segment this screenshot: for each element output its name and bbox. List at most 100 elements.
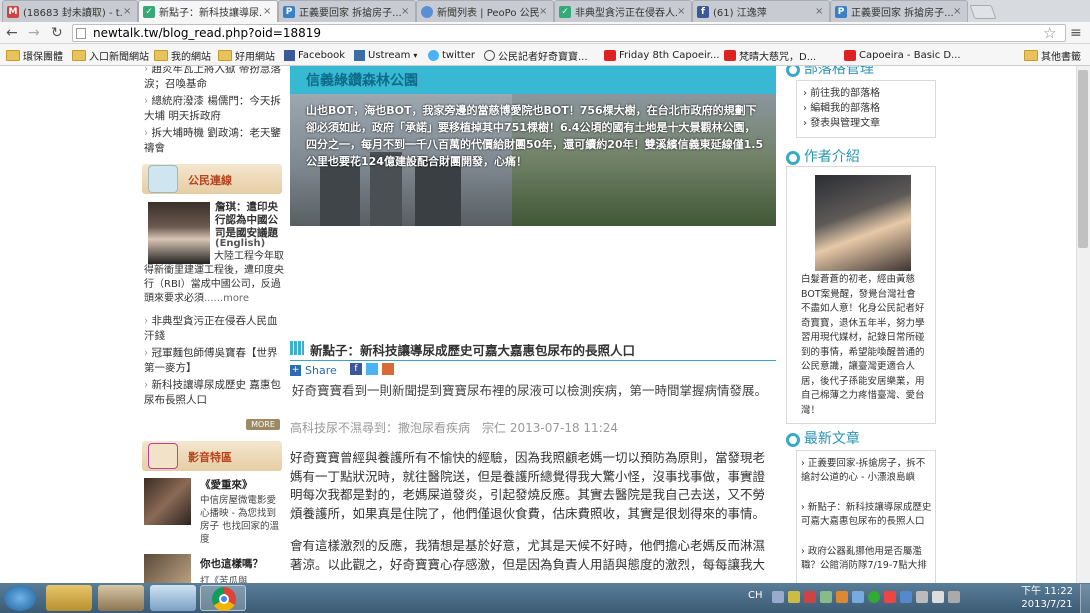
list-item[interactable]: › 非典型貪污正在侵吞人民血汗錢 — [144, 314, 284, 344]
list-item[interactable]: › 拆大埔時機 劉政鴻：老天鑒禱會 — [144, 126, 284, 156]
clock[interactable]: 下午 11:22 2013/7/21 — [1018, 585, 1076, 611]
video2-title[interactable]: 你也這樣嗎？ — [200, 556, 284, 571]
bookmark-youtube[interactable]: Friday 8th Capoeir... — [604, 47, 720, 63]
star-icon[interactable]: ☆ — [1043, 24, 1059, 42]
network-icon[interactable] — [916, 591, 928, 603]
chrome-icon[interactable] — [200, 585, 246, 611]
tray-icon[interactable] — [900, 591, 912, 603]
tab-newtalk[interactable]: ✓ 新點子：新科技讓導尿... × — [138, 0, 278, 22]
bookmark-other[interactable]: 其他書籤 — [1024, 47, 1081, 63]
blog-link[interactable]: › 發表與管理文章 — [803, 116, 931, 131]
folder-icon — [1024, 49, 1038, 61]
tray-icon[interactable] — [836, 591, 848, 603]
tray-icon[interactable] — [820, 591, 832, 603]
bookmark-citizen[interactable]: 公民記者好奇寶寶... — [484, 47, 588, 63]
list-item[interactable]: › 政府公器亂挪他用是否屬濫職？公館消防隊7/19-7點大排 — [801, 545, 933, 572]
bookmark-youtube[interactable]: Capoeira - Basic D... — [844, 47, 961, 63]
list-item[interactable]: › 趙炎牢瓦上將入獄 帝扮急落淚；召喚基命 — [144, 66, 284, 92]
globe-icon — [421, 5, 433, 18]
video1-title[interactable]: 《愛重來》 — [200, 477, 284, 492]
tray-icon[interactable] — [772, 591, 784, 603]
address-bar[interactable]: newtalk.tw/blog_read.php?oid=18819 — [72, 24, 1066, 42]
tab-close-icon[interactable]: × — [953, 6, 965, 17]
language-indicator[interactable]: CH — [748, 590, 768, 601]
tray-icon[interactable] — [804, 591, 816, 603]
volume-icon[interactable] — [932, 591, 944, 603]
facebook-share-icon[interactable]: f — [350, 363, 362, 375]
chevron-down-icon: ▾ — [413, 50, 418, 60]
plurk-share-icon[interactable] — [382, 363, 394, 375]
citizen-section-header: 公民連線 — [142, 164, 282, 194]
bookmark-folder[interactable]: 入口新聞網站 — [72, 47, 149, 63]
menu-icon[interactable]: ≡ — [1070, 25, 1084, 41]
youtube-icon — [604, 49, 616, 61]
tab-close-icon[interactable]: × — [815, 6, 827, 17]
tray-icon[interactable] — [788, 591, 800, 603]
tab-close-icon[interactable]: × — [263, 6, 275, 17]
tab-facebook[interactable]: f (61) 江逸萍 × — [692, 0, 830, 22]
folder-icon — [218, 49, 232, 61]
tray-icon[interactable] — [852, 591, 864, 603]
banner-image: 山也BOT，海也BOT，我家旁邊的當慈博愛院也BOT！756棵大樹，在台北市政府… — [290, 94, 776, 226]
citizen-feature-body: 大陸工程今年取得新衝里建運工程後，遭印度央行（RBI）當成中國公司，反過頭來要求… — [144, 251, 284, 304]
left-top-list: › 趙炎牢瓦上將入獄 帝扮急落淚；召喚基命 › 總統府潑漆 楊儒門：今天拆大埔 … — [144, 66, 284, 154]
blog-link[interactable]: › 編輯我的部落格 — [803, 101, 931, 116]
video2-thumbnail[interactable] — [144, 554, 191, 583]
citizen-feature-title[interactable]: 詹琪：遣印央行認為中國公司是國安議題 — [215, 201, 281, 240]
new-tab-button[interactable] — [969, 5, 997, 19]
bookmark-facebook[interactable]: Facebook — [284, 47, 345, 63]
paint-icon[interactable] — [150, 585, 196, 611]
bookmark-ustream[interactable]: Ustream ▾ — [354, 47, 417, 63]
list-item[interactable]: › 冠軍麵包師傅吳寶春【世界第一麥方】 — [144, 346, 284, 376]
article-meta: 高科技尿不濕尋到：撒泡尿看疾病 宗仁 2013-07-18 11:24 — [290, 421, 618, 435]
tab-close-icon[interactable]: × — [677, 6, 689, 17]
explorer-icon[interactable] — [46, 585, 92, 611]
tab-news-list[interactable]: 新聞列表 | PeoPo 公民... × — [416, 0, 554, 22]
list-item[interactable]: › 正義要回家-拆搶房子，拆不搶討公道的心 - 小漂浪島嶼 — [801, 457, 933, 484]
list-item[interactable]: › 新科技讓導尿成歷史 嘉惠包尿布長照人口 — [144, 378, 284, 408]
more-button[interactable]: MORE — [246, 419, 280, 430]
article-title: 新點子：新科技讓導尿成歷史可嘉大嘉惠包尿布的長照人口 — [310, 343, 636, 358]
tab-gmail[interactable]: M (18683 封未讀取) - t... × — [2, 0, 138, 22]
list-item[interactable]: › 新點子：新科技讓導尿成歷史可嘉大嘉惠包尿布的長照人口 — [801, 501, 933, 528]
newtalk-icon: ✓ — [143, 5, 155, 18]
tab-peopo-1[interactable]: P 正義要回家 拆搶房子... × — [278, 0, 416, 22]
tab-close-icon[interactable]: × — [539, 6, 551, 17]
tab-close-icon[interactable]: × — [401, 6, 413, 17]
bookmark-twitter[interactable]: twitter — [428, 47, 475, 63]
forward-icon[interactable]: → — [28, 25, 44, 41]
bookmark-folder[interactable]: 環保團體 — [6, 47, 63, 63]
web-page: › 趙炎牢瓦上將入獄 帝扮急落淚；召喚基命 › 總統府潑漆 楊儒門：今天拆大埔 … — [0, 66, 1076, 583]
tray-icon[interactable] — [948, 591, 960, 603]
banner-title-bar: 信義綠鑽森林公園 — [290, 66, 776, 94]
share-button[interactable]: + Share — [290, 362, 350, 378]
tray-icon[interactable] — [868, 591, 880, 603]
more-link[interactable]: ......more — [204, 293, 249, 304]
circle-icon — [786, 66, 800, 77]
back-icon[interactable]: ← — [6, 25, 22, 41]
bookmark-folder[interactable]: 我的網站 — [154, 47, 211, 63]
tray-icons — [772, 591, 1012, 607]
mail-icon: M — [7, 5, 19, 18]
start-button[interactable] — [4, 585, 36, 611]
blog-link[interactable]: › 前往我的部落格 — [803, 86, 931, 101]
show-desktop-button[interactable] — [1080, 584, 1090, 613]
scrollbar-thumb[interactable] — [1078, 70, 1088, 248]
tab-close-icon[interactable]: × — [123, 6, 135, 17]
tab-corruption[interactable]: ✓ 非典型貪污正在侵吞人... × — [554, 0, 692, 22]
video2-body: 打《苦瓜與 — [200, 576, 248, 583]
tv-icon — [148, 443, 178, 469]
tab-peopo-2[interactable]: P 正義要回家 拆搶房子... × — [830, 0, 968, 22]
twitter-share-icon[interactable] — [366, 363, 378, 375]
grid-icon — [290, 341, 304, 355]
bookmark-folder[interactable]: 好用網站 — [218, 47, 275, 63]
banner-text: 山也BOT，海也BOT，我家旁邊的當慈博愛院也BOT！756棵大樹，在台北市政府… — [306, 104, 764, 168]
tray-icon[interactable] — [884, 591, 896, 603]
video1-thumbnail[interactable] — [144, 478, 191, 525]
globe-icon — [484, 49, 495, 61]
author-box: 白髮蒼蒼的初老，經由黃慈BOT案覺醒，發覺台灣社會不盡如人意！化身公民記者好奇寶… — [786, 166, 936, 424]
tools-icon[interactable] — [98, 585, 144, 611]
list-item[interactable]: › 總統府潑漆 楊儒門：今天拆大埔 明天拆政府 — [144, 94, 284, 124]
reload-icon[interactable]: ↻ — [51, 25, 67, 41]
bookmark-youtube[interactable]: 梵晴大慈咒，D... — [724, 47, 816, 63]
